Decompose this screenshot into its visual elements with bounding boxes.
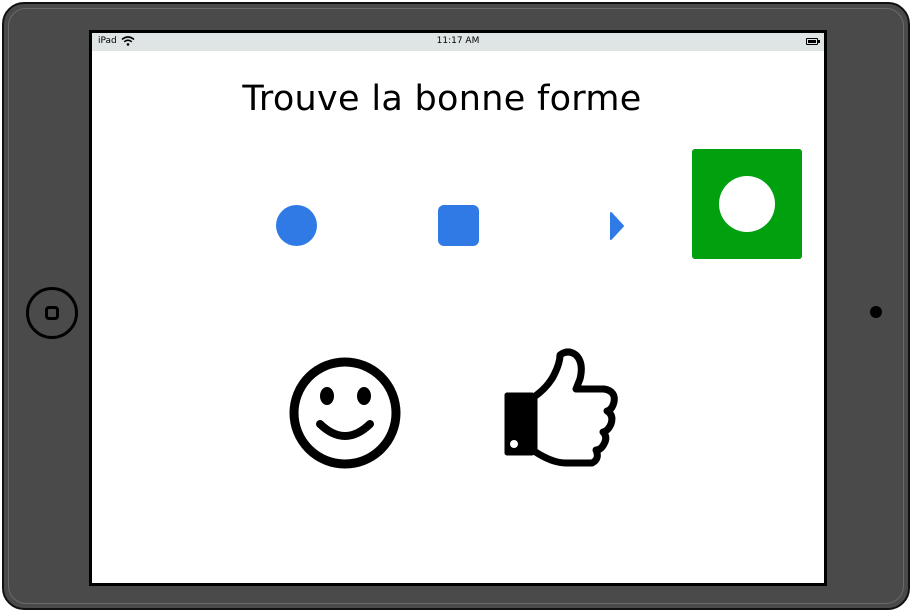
camera-icon xyxy=(870,306,882,318)
smiley-face-icon xyxy=(289,357,401,469)
home-button[interactable] xyxy=(26,287,78,339)
square-shape-icon[interactable] xyxy=(438,205,479,246)
status-time: 11:17 AM xyxy=(436,36,480,46)
circle-target-icon xyxy=(719,176,775,232)
triangle-shape-icon[interactable] xyxy=(609,211,625,241)
thumbs-up-icon xyxy=(504,348,618,467)
target-answer-box xyxy=(692,149,802,259)
app-screen: iPad 11:17 AM Trouve la bonne forme xyxy=(89,30,827,586)
home-square-icon xyxy=(45,306,59,320)
status-bar: iPad 11:17 AM xyxy=(92,33,824,51)
circle-shape-icon[interactable] xyxy=(276,205,317,246)
battery-icon xyxy=(806,38,820,45)
page-title: Trouve la bonne forme xyxy=(242,79,642,119)
battery-level xyxy=(808,40,816,43)
